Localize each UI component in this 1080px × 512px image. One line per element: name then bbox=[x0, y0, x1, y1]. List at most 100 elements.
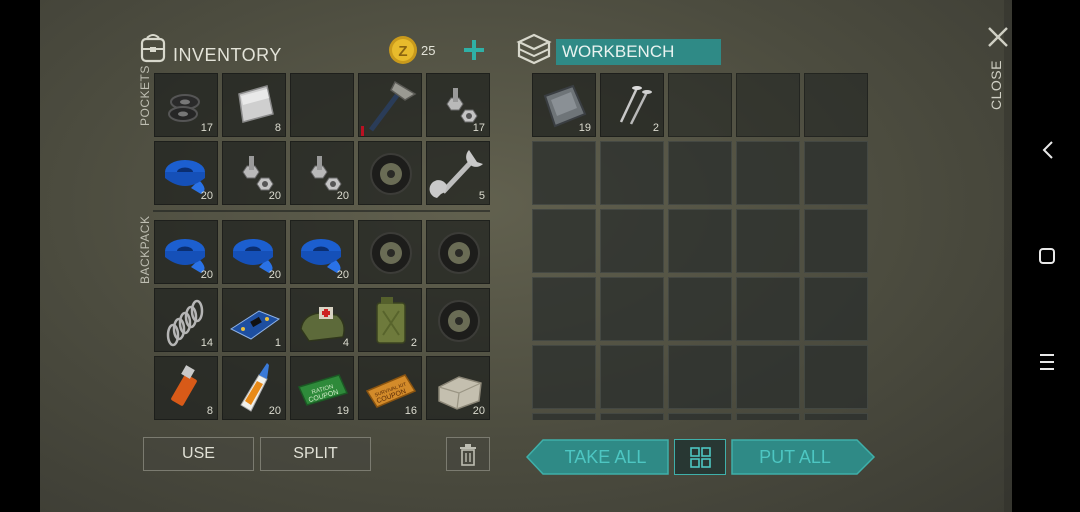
item-slot[interactable]: SURVIVAL KIT COUPON 16 bbox=[358, 356, 422, 420]
grid-icon bbox=[690, 447, 711, 468]
item-slot[interactable]: 20 bbox=[290, 220, 354, 284]
item-count: 20 bbox=[200, 190, 213, 202]
item-slot[interactable]: 14 bbox=[154, 288, 218, 352]
item-slot[interactable]: 2 bbox=[600, 73, 664, 137]
item-slot[interactable] bbox=[290, 73, 354, 137]
item-count: 2 bbox=[652, 122, 659, 134]
item-slot[interactable]: 20 bbox=[222, 356, 286, 420]
use-button[interactable]: USE bbox=[143, 437, 254, 471]
item-count: 20 bbox=[472, 405, 485, 417]
item-slot[interactable]: 20 bbox=[222, 141, 286, 205]
item-slot[interactable] bbox=[426, 288, 490, 352]
workbench-title: WORKBENCH bbox=[562, 42, 675, 61]
take-all-button[interactable]: TAKE ALL bbox=[525, 439, 670, 475]
workbench-slot[interactable] bbox=[668, 345, 732, 409]
home-icon bbox=[1039, 248, 1055, 264]
workbench-slot[interactable] bbox=[668, 277, 732, 341]
item-slot[interactable] bbox=[358, 141, 422, 205]
workbench-slot[interactable] bbox=[532, 141, 596, 205]
workbench-slot[interactable] bbox=[600, 141, 664, 205]
item-slot[interactable]: 5 bbox=[426, 141, 490, 205]
item-count: 19 bbox=[336, 405, 349, 417]
item-count: 8 bbox=[206, 405, 213, 417]
trash-button[interactable] bbox=[446, 437, 490, 471]
workbench-slot[interactable] bbox=[600, 413, 664, 420]
item-count: 20 bbox=[336, 269, 349, 281]
item-count: 17 bbox=[200, 122, 213, 134]
item-count: 4 bbox=[342, 337, 349, 349]
item-count: 14 bbox=[200, 337, 213, 349]
item-slot[interactable] bbox=[358, 220, 422, 284]
inventory-title: INVENTORY bbox=[173, 45, 282, 65]
item-slot[interactable]: 19 bbox=[532, 73, 596, 137]
workbench-icon bbox=[516, 32, 552, 66]
item-count: 20 bbox=[268, 190, 281, 202]
workbench-slot[interactable] bbox=[668, 209, 732, 273]
close-button[interactable] bbox=[985, 24, 1011, 50]
workbench-slot[interactable] bbox=[736, 209, 800, 273]
item-slot[interactable] bbox=[358, 73, 422, 137]
workbench-slot[interactable] bbox=[600, 209, 664, 273]
item-count: 20 bbox=[268, 269, 281, 281]
right-shadow bbox=[1004, 0, 1012, 512]
item-slot[interactable]: 20 bbox=[290, 141, 354, 205]
take-all-label: TAKE ALL bbox=[564, 447, 647, 467]
put-all-button[interactable]: PUT ALL bbox=[731, 439, 876, 475]
close-label: CLOSE bbox=[988, 60, 1004, 110]
workbench-slot[interactable] bbox=[736, 141, 800, 205]
workbench-slot[interactable] bbox=[532, 413, 596, 420]
workbench-slot[interactable] bbox=[804, 141, 868, 205]
workbench-title-bar: WORKBENCH bbox=[556, 39, 721, 65]
workbench-slot[interactable] bbox=[736, 345, 800, 409]
item-slot[interactable]: 20 bbox=[222, 220, 286, 284]
item-count: 17 bbox=[472, 122, 485, 134]
recents-icon bbox=[1040, 354, 1054, 370]
item-slot[interactable]: 20 bbox=[426, 356, 490, 420]
item-slot[interactable]: 4 bbox=[290, 288, 354, 352]
item-slot[interactable]: RATION COUPON 19 bbox=[290, 356, 354, 420]
workbench-slot[interactable] bbox=[668, 413, 732, 420]
item-slot[interactable]: 8 bbox=[154, 356, 218, 420]
workbench-slot[interactable] bbox=[736, 73, 800, 137]
back-icon bbox=[1042, 141, 1053, 159]
workbench-slot[interactable] bbox=[804, 73, 868, 137]
section-divider bbox=[153, 210, 490, 212]
item-slot[interactable]: 20 bbox=[154, 141, 218, 205]
home-nav-button[interactable] bbox=[1020, 236, 1074, 276]
recents-nav-button[interactable] bbox=[1020, 342, 1074, 382]
sort-button[interactable] bbox=[674, 439, 726, 475]
split-button[interactable]: SPLIT bbox=[260, 437, 371, 471]
workbench-slot[interactable] bbox=[804, 277, 868, 341]
trash-icon bbox=[460, 444, 476, 466]
item-count: 20 bbox=[200, 269, 213, 281]
item-count: 20 bbox=[268, 405, 281, 417]
item-slot[interactable]: 2 bbox=[358, 288, 422, 352]
workbench-slot[interactable] bbox=[532, 277, 596, 341]
workbench-slot[interactable] bbox=[804, 209, 868, 273]
backpack-label: BACKPACK bbox=[138, 215, 152, 284]
coin-count: 25 bbox=[421, 43, 436, 58]
workbench-slot[interactable] bbox=[600, 277, 664, 341]
workbench-slot[interactable] bbox=[736, 277, 800, 341]
item-slot[interactable] bbox=[426, 220, 490, 284]
item-count: 19 bbox=[578, 122, 591, 134]
workbench-slot[interactable] bbox=[532, 345, 596, 409]
back-nav-button[interactable] bbox=[1020, 130, 1074, 170]
workbench-slot[interactable] bbox=[600, 345, 664, 409]
backpack-icon bbox=[137, 32, 169, 64]
workbench-slot[interactable] bbox=[804, 345, 868, 409]
plus-icon[interactable] bbox=[462, 38, 486, 62]
workbench-slot[interactable] bbox=[804, 413, 868, 420]
item-slot[interactable]: 1 bbox=[222, 288, 286, 352]
item-slot[interactable]: 20 bbox=[154, 220, 218, 284]
coin-icon: Z bbox=[388, 35, 418, 65]
item-slot[interactable]: 8 bbox=[222, 73, 286, 137]
workbench-slot[interactable] bbox=[736, 413, 800, 420]
workbench-slot[interactable] bbox=[532, 209, 596, 273]
item-slot[interactable]: 17 bbox=[154, 73, 218, 137]
workbench-slot[interactable] bbox=[668, 73, 732, 137]
workbench-slot[interactable] bbox=[668, 141, 732, 205]
item-slot[interactable]: 17 bbox=[426, 73, 490, 137]
close-icon bbox=[988, 27, 1008, 47]
put-all-label: PUT ALL bbox=[759, 447, 831, 467]
